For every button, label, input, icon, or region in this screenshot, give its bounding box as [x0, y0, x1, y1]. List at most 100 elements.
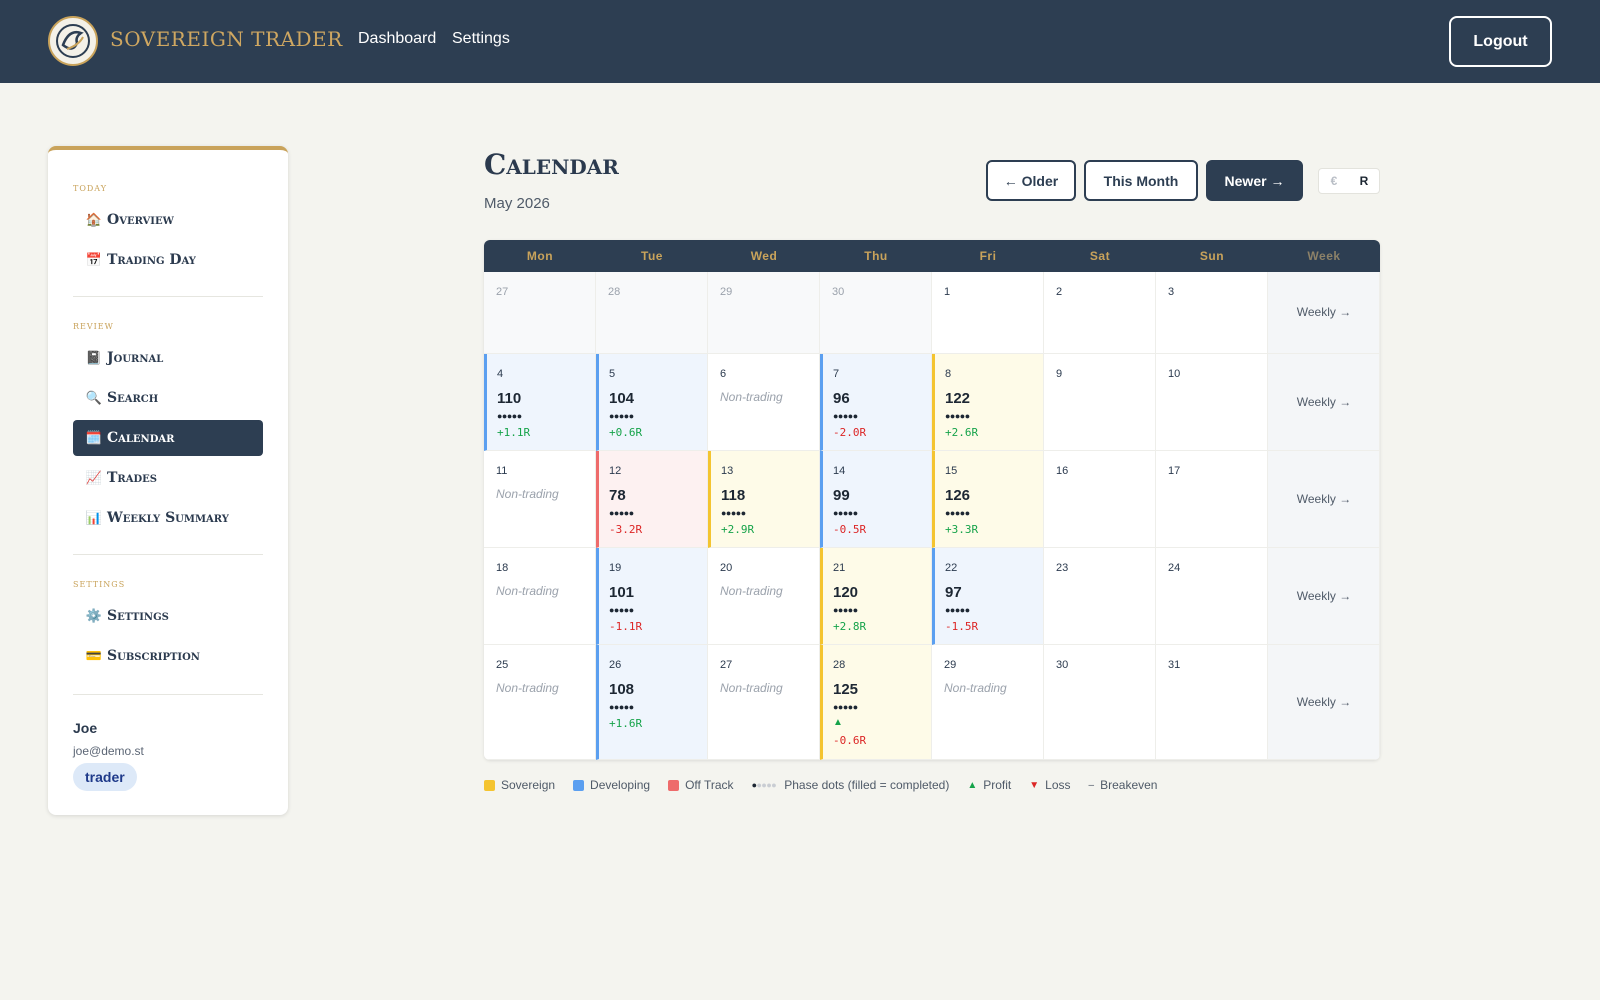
calendar-day-cell[interactable]: 28	[596, 272, 708, 354]
sidebar-item-settings[interactable]: ⚙️ Settings	[73, 598, 263, 634]
sidebar-item-subscription[interactable]: 💳 Subscription	[73, 638, 263, 674]
calendar-day-cell[interactable]: 16	[1044, 451, 1156, 548]
non-trading-label: Non-trading	[944, 681, 1007, 695]
calendar-day-cell[interactable]: 26 108 ●●●●● +1.6R	[596, 645, 708, 760]
calendar-day-cell[interactable]: 11 Non-trading	[484, 451, 596, 548]
day-number: 28	[608, 286, 621, 298]
calendar-day-cell[interactable]: 23	[1044, 548, 1156, 645]
logo-icon[interactable]	[48, 16, 98, 66]
sidebar-item-search[interactable]: 🔍 Search	[73, 380, 263, 416]
user-name: Joe	[73, 720, 98, 736]
calendar-day-cell[interactable]: 28 125 ●●●●● ▲ -0.6R	[820, 645, 932, 760]
sidebar-item-overview[interactable]: 🏠 Overview	[73, 202, 263, 238]
calendar-day-cell[interactable]: 10	[1156, 354, 1268, 451]
top-bar: SOVEREIGN TRADER Dashboard Settings Logo…	[0, 0, 1600, 83]
day-number: 11	[496, 465, 508, 477]
phase-dots: ●●●●●	[721, 508, 746, 518]
day-number: 13	[721, 465, 734, 477]
weekly-link[interactable]: Weekly →	[1268, 695, 1380, 709]
non-trading-label: Non-trading	[720, 584, 783, 598]
r-value: -3.2R	[609, 523, 643, 536]
legend-profit: Profit	[983, 778, 1012, 792]
day-number: 15	[945, 465, 958, 477]
calendar-day-cell[interactable]: 27	[484, 272, 596, 354]
calendar-day-cell[interactable]: 24	[1156, 548, 1268, 645]
calendar-grid: Mon Tue Wed Thu Fri Sat Sun Week 27 28 29 30 1 2 3 Wee…	[484, 240, 1380, 760]
calendar-day-cell[interactable]: 1	[932, 272, 1044, 354]
day-score: 125	[833, 681, 859, 698]
weekly-link[interactable]: Weekly →	[1268, 589, 1380, 603]
calendar-day-cell[interactable]: 29	[708, 272, 820, 354]
calendar-day-cell[interactable]: 31	[1156, 645, 1268, 760]
older-button[interactable]: ← Older	[986, 160, 1076, 201]
calendar-day-cell[interactable]: 18 Non-trading	[484, 548, 596, 645]
page-title: Calendar	[484, 148, 619, 181]
this-month-button[interactable]: This Month	[1084, 160, 1198, 201]
phase-dots: ●●●●●	[833, 411, 858, 421]
calendar-header-week: Week	[1307, 249, 1341, 263]
calendar-day-cell[interactable]: 5 104 ●●●●● +0.6R	[596, 354, 708, 451]
sidebar-item-trading-day[interactable]: 📅 Trading Day	[73, 242, 263, 278]
calendar-day-cell[interactable]: 3	[1156, 272, 1268, 354]
user-email: joe@demo.st	[73, 744, 144, 758]
loss-icon: ▼	[1029, 779, 1040, 791]
day-score: 108	[609, 681, 635, 698]
calendar-day-cell[interactable]: 17	[1156, 451, 1268, 548]
day-score: 120	[833, 584, 859, 601]
calendar-day-cell[interactable]: 6 Non-trading	[708, 354, 820, 451]
home-icon: 🏠	[85, 212, 103, 228]
calendar-day-cell[interactable]: 12 78 ●●●●● -3.2R	[596, 451, 708, 548]
weekly-link[interactable]: Weekly →	[1268, 305, 1380, 319]
sidebar-item-label: Trades	[107, 470, 158, 486]
calendar-day-cell[interactable]: 15 126 ●●●●● +3.3R	[932, 451, 1044, 548]
calendar-day-cell[interactable]: 27 Non-trading	[708, 645, 820, 760]
day-number: 23	[1056, 562, 1069, 574]
toggle-option-euro[interactable]: €	[1319, 169, 1349, 193]
calendar-day-cell[interactable]: 29 Non-trading	[932, 645, 1044, 760]
sidebar-item-trades[interactable]: 📈 Trades	[73, 460, 263, 496]
sidebar-item-journal[interactable]: 📓 Journal	[73, 340, 263, 376]
day-number: 29	[720, 286, 733, 298]
calendar-day-cell[interactable]: 22 97 ●●●●● -1.5R	[932, 548, 1044, 645]
calendar-day-cell[interactable]: 30	[820, 272, 932, 354]
calendar-day-cell[interactable]: 21 120 ●●●●● +2.8R	[820, 548, 932, 645]
calendar-day-cell[interactable]: 20 Non-trading	[708, 548, 820, 645]
day-number: 7	[833, 368, 840, 380]
day-number: 27	[720, 659, 733, 671]
r-value: +2.6R	[945, 426, 979, 439]
calendar-day-cell[interactable]: 19 101 ●●●●● -1.1R	[596, 548, 708, 645]
r-value: -1.5R	[945, 620, 979, 633]
legend-off-track: Off Track	[685, 778, 734, 792]
calendar-day-cell[interactable]: 7 96 ●●●●● -2.0R	[820, 354, 932, 451]
nav-settings[interactable]: Settings	[452, 30, 510, 48]
weekly-link[interactable]: Weekly →	[1268, 395, 1380, 409]
nav-dashboard[interactable]: Dashboard	[358, 30, 436, 48]
sidebar-item-label: Calendar	[107, 430, 175, 446]
newer-button[interactable]: Newer →	[1206, 160, 1303, 201]
calendar-day-cell[interactable]: 9	[1044, 354, 1156, 451]
sidebar-section-today: Today	[73, 180, 108, 194]
phase-dots: ●●●●●	[945, 605, 970, 615]
toggle-option-r[interactable]: R	[1349, 169, 1379, 193]
day-number: 30	[832, 286, 845, 298]
sidebar: Today 🏠 Overview 📅 Trading Day Review 📓 …	[48, 146, 288, 815]
sidebar-item-calendar[interactable]: 🗓️ Calendar	[73, 420, 263, 456]
day-number: 28	[833, 659, 846, 671]
day-number: 5	[609, 368, 616, 380]
calendar-day-cell[interactable]: 25 Non-trading	[484, 645, 596, 760]
logout-button[interactable]: Logout	[1449, 16, 1552, 67]
day-number: 31	[1168, 659, 1181, 671]
calendar-day-cell[interactable]: 30	[1044, 645, 1156, 760]
weekly-link[interactable]: Weekly →	[1268, 492, 1380, 506]
phase-dots: ●●●●●	[609, 411, 634, 421]
day-score: 126	[945, 487, 971, 504]
brand-name[interactable]: SOVEREIGN TRADER	[110, 27, 343, 51]
calendar-day-cell[interactable]: 2	[1044, 272, 1156, 354]
calendar-day-cell[interactable]: 14 99 ●●●●● -0.5R	[820, 451, 932, 548]
calendar-day-cell[interactable]: 13 118 ●●●●● +2.9R	[708, 451, 820, 548]
day-number: 10	[1168, 368, 1181, 380]
calendar-day-cell[interactable]: 8 122 ●●●●● +2.6R	[932, 354, 1044, 451]
calendar-day-cell[interactable]: 4 110 ●●●●● +1.1R	[484, 354, 596, 451]
sidebar-item-weekly-summary[interactable]: 📊 Weekly Summary	[73, 500, 263, 536]
non-trading-label: Non-trading	[720, 681, 783, 695]
